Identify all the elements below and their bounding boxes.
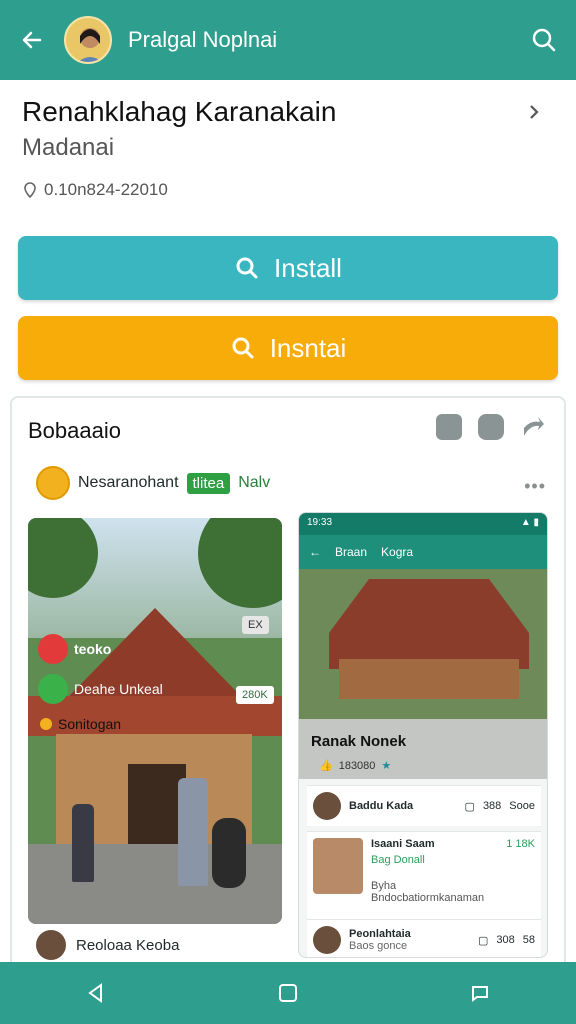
- camera-icon[interactable]: [478, 414, 504, 440]
- source-logo: [36, 466, 70, 500]
- avatar: [313, 792, 341, 820]
- search-icon: [532, 28, 556, 52]
- arrow-left-icon[interactable]: ←: [309, 545, 321, 559]
- motorbike: [212, 818, 246, 888]
- nav-home-icon[interactable]: [276, 981, 300, 1005]
- card-title: Bobaaaio: [28, 418, 121, 443]
- developer-name[interactable]: Madanai: [22, 134, 554, 162]
- comment-icon[interactable]: ▢: [465, 800, 475, 813]
- share-icon[interactable]: [520, 414, 546, 440]
- corner-badge: EX: [242, 616, 269, 634]
- person: [72, 804, 94, 882]
- back-button[interactable]: [0, 0, 64, 80]
- source-name[interactable]: Nesaranohant: [78, 474, 179, 492]
- post-card[interactable]: Baddu Kada ▢ 388 Sooe: [307, 785, 541, 826]
- nav-back-icon[interactable]: [84, 981, 108, 1005]
- card-actions: [436, 414, 546, 440]
- footer-user[interactable]: Reoloaa Keoba: [36, 930, 179, 960]
- search-icon: [232, 337, 254, 359]
- thumbs-up-icon[interactable]: 👍: [319, 759, 333, 772]
- leaf-icon: [38, 674, 68, 704]
- heart-icon: [38, 634, 68, 664]
- app-meta: 0.10n824-22010: [22, 180, 554, 200]
- more-options-icon[interactable]: •••: [524, 476, 546, 497]
- overlay-chip[interactable]: Sonitogan: [40, 716, 121, 732]
- source-tag: tlitea: [186, 472, 231, 494]
- signal-icon: ▲ ▮: [520, 517, 539, 528]
- place-name: Ranak Nonek: [311, 733, 407, 750]
- arrow-left-icon: [22, 31, 42, 49]
- search-icon: [236, 257, 258, 279]
- status-bar: 19:33 ▲ ▮: [299, 513, 547, 535]
- person: [178, 778, 208, 886]
- app-info: Renahklahag Karanakain Madanai 0.10n824-…: [22, 92, 554, 200]
- app-meta-text: 0.10n824-22010: [44, 180, 168, 199]
- secondary-install-button-label: Insntai: [269, 332, 347, 363]
- location-pin-icon: [24, 182, 36, 198]
- chevron-right-icon[interactable]: [524, 102, 544, 122]
- overlay-chip[interactable]: Deahe Unkeal: [38, 674, 163, 704]
- inner-app-bar: ← Braan Kogra: [299, 535, 547, 569]
- overlay-chip[interactable]: teoko: [38, 634, 111, 664]
- post-card[interactable]: Isaani Saam Bag Donall Byha Bndocbatiorm…: [307, 831, 541, 927]
- source-row: Nesaranohant tlitea Nalv: [36, 466, 270, 500]
- avatar[interactable]: [64, 16, 112, 64]
- comment-icon[interactable]: ▢: [478, 934, 488, 947]
- post-card[interactable]: Peonlahtaia Baos gonce ▢ 308 58: [307, 919, 541, 957]
- install-button[interactable]: Install: [18, 236, 558, 300]
- dot-icon: [40, 718, 52, 730]
- nav-recents-icon[interactable]: [468, 981, 492, 1005]
- video-icon[interactable]: [436, 414, 462, 440]
- search-button[interactable]: [512, 0, 576, 80]
- post-thumbnail: [313, 838, 363, 894]
- likes-row: 👍 183080 ★: [319, 759, 392, 773]
- source-new-label: Nalv: [238, 474, 271, 491]
- app-bar: Pralgal Noplnai: [0, 0, 576, 80]
- screenshot-2[interactable]: 19:33 ▲ ▮ ← Braan Kogra Ranak Nonek 👍 18…: [298, 512, 548, 958]
- page-title: Pralgal Noplnai: [128, 27, 278, 52]
- secondary-install-button[interactable]: Insntai: [18, 316, 558, 380]
- avatar: [313, 926, 341, 954]
- system-nav-bar: [0, 962, 576, 1024]
- app-name: Renahklahag Karanakain: [22, 96, 337, 127]
- star-icon[interactable]: ★: [381, 759, 391, 772]
- screenshots-card: Bobaaaio Nesaranohant tlitea Nalv ••• te…: [10, 396, 566, 976]
- install-button-label: Install: [274, 252, 342, 283]
- screenshot-1[interactable]: teoko Deahe Unkeal Sonitogan 280K EX: [28, 518, 282, 924]
- count-badge: 280K: [236, 686, 274, 704]
- avatar: [36, 930, 66, 960]
